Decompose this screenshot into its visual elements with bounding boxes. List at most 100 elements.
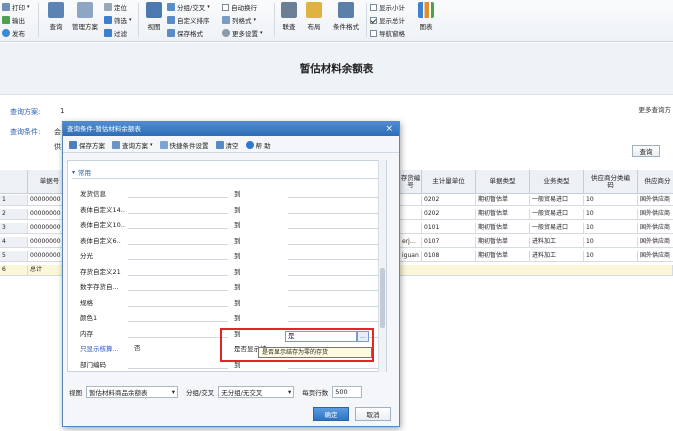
save-format-button[interactable]: 保存格式 (167, 28, 203, 38)
publish-button[interactable]: 发布 (2, 28, 25, 38)
condition-from-input[interactable] (128, 243, 228, 245)
show-total-toggle[interactable]: 显示总计 (370, 15, 405, 25)
dropdown-icon: ▾ (287, 388, 292, 396)
invno-cell (400, 195, 422, 206)
show-zero-input[interactable]: 是 (285, 331, 357, 342)
column-header-biz-type[interactable]: 业务类型 (530, 170, 584, 194)
more-settings-button[interactable]: 更多设置 ▾ (222, 28, 263, 38)
condition-to-input[interactable] (288, 305, 383, 307)
condition-from-input[interactable] (128, 367, 228, 369)
condition-from-input[interactable] (128, 305, 228, 307)
condition-from-input[interactable] (128, 259, 228, 260)
invno-cell: erj… (400, 237, 422, 248)
filter-icon (104, 16, 112, 24)
more-query-link[interactable]: 更多查询方 (639, 104, 672, 114)
auto-wrap-checkbox[interactable] (222, 3, 229, 11)
help-button[interactable]: 帮 助 (245, 140, 271, 150)
save-format-icon (167, 29, 175, 37)
nav-window-checkbox[interactable] (370, 29, 377, 37)
sort-icon (167, 16, 175, 24)
biz-type-cell: 一般贸易进口 (530, 195, 584, 206)
condition-from-input[interactable] (128, 197, 228, 198)
show-subtotal-toggle[interactable]: 显示小计 (370, 2, 405, 12)
supplier-cat-cell: 10 (584, 195, 638, 206)
plan-icon (77, 2, 93, 18)
custom-sort-button[interactable]: 自定义排序 (167, 15, 210, 25)
condition-to-input[interactable] (288, 367, 383, 369)
column-header-doc-type[interactable]: 单据类型 (476, 170, 530, 194)
layout-button[interactable]: 布局 (302, 2, 326, 38)
condition-value[interactable]: 否 (134, 342, 141, 352)
scrollbar-thumb[interactable] (380, 268, 385, 328)
column-header-invno[interactable]: 存货编号 (400, 170, 422, 194)
condition-from-input[interactable] (128, 290, 228, 291)
quick-condition-button[interactable]: 快捷条件设置 (159, 140, 209, 150)
chevron-down-icon: ▾ (72, 168, 76, 176)
manage-plan-button[interactable]: 管理方案 (70, 2, 100, 38)
rows-per-page-input[interactable]: 500 (332, 386, 363, 398)
supplier-cat-cell: 10 (584, 209, 638, 220)
condition-from-input[interactable] (128, 212, 228, 214)
column-header-supplier-cat[interactable]: 供应商分类编码 (584, 170, 638, 194)
condition-to-input[interactable] (288, 228, 383, 229)
printer-icon (2, 3, 10, 11)
cond-format-icon (338, 2, 354, 18)
condition-to-input[interactable] (288, 274, 383, 276)
view-select[interactable]: 暂估材料商品余额表 ▾ (86, 386, 178, 398)
help-icon (245, 140, 254, 149)
filter-button[interactable]: 筛选 ▾ (104, 15, 132, 25)
condition-to-input[interactable] (288, 243, 383, 245)
supplier-cat2-cell: 国外供应商 (638, 223, 673, 234)
view-button[interactable]: 视图 (142, 2, 166, 38)
print-button[interactable]: 打印 ▾ (2, 2, 30, 12)
column-header-supplier-cat2[interactable]: 供应商分 (638, 170, 673, 194)
to-label: 到 (234, 221, 241, 229)
locate-button[interactable]: 定位 (104, 2, 127, 12)
filter2-button[interactable]: 过滤 (104, 28, 127, 38)
query-button[interactable]: 查询 (44, 2, 68, 38)
dialog-bottom-bar: 视图 暂估材料商品余额表 ▾ 分组/交叉 无分组/无交叉 ▾ 每页行数 500 (69, 384, 395, 400)
cond-format-button[interactable]: 条件格式 (331, 2, 361, 38)
condition-to-input[interactable] (288, 197, 383, 198)
group-select[interactable]: 无分组/无交叉 ▾ (218, 386, 295, 398)
nav-window-toggle[interactable]: 导航窗格 (370, 28, 405, 38)
condition-field-1: 会 (54, 128, 61, 136)
ok-button[interactable]: 确定 (313, 407, 349, 421)
save-plan-button[interactable]: 保存方案 (69, 140, 105, 150)
condition-to-input[interactable] (288, 290, 383, 291)
ribbon-divider (366, 3, 367, 37)
condition-from-input[interactable] (128, 228, 228, 229)
ribbon-toolbar: 打印 ▾ 输出 发布 查询 管理方案 定位 筛选 ▾ 过滤 视图 分组/交叉 ▾… (0, 0, 673, 42)
link-query-button[interactable]: 联查 (277, 2, 301, 38)
supplier-cat2-cell: 国外供应商 (638, 237, 673, 248)
dropdown-icon: ▾ (171, 388, 175, 396)
supplier-cat2-cell: 国外供应商 (638, 195, 673, 206)
search-button[interactable]: 查询 (632, 145, 660, 157)
condition-to-input[interactable] (288, 212, 383, 214)
clear-button[interactable]: 清空 (215, 140, 239, 150)
condition-from-input[interactable] (128, 336, 228, 338)
query-plan-button[interactable]: 查询方案 ▾ (112, 140, 153, 150)
plan-value[interactable]: 1 (60, 107, 64, 115)
condition-from-input[interactable] (128, 274, 228, 276)
show-total-checkbox[interactable] (370, 16, 377, 24)
column-format-button[interactable]: 列格式 ▾ (222, 15, 256, 25)
export-button[interactable]: 输出 (2, 15, 25, 25)
auto-wrap-toggle[interactable]: 自动换行 (222, 2, 257, 12)
condition-from-input[interactable] (128, 321, 228, 322)
group-cross-button[interactable]: 分组/交叉 ▾ (167, 2, 210, 12)
section-header[interactable]: ▾ 常用 (72, 167, 91, 178)
condition-to-input[interactable] (288, 259, 383, 260)
lookup-icon[interactable]: … (357, 331, 369, 342)
dialog-scrollbar[interactable] (378, 160, 386, 372)
cancel-button[interactable]: 取消 (355, 407, 391, 421)
export-icon (2, 16, 10, 24)
show-subtotal-checkbox[interactable] (370, 3, 377, 11)
chart-button[interactable]: 图表 (414, 2, 438, 38)
close-icon[interactable]: × (385, 123, 393, 135)
column-header-unit[interactable]: 主计量单位 (422, 170, 476, 194)
total-fill (400, 265, 673, 276)
plan-label: 查询方案: (10, 108, 41, 116)
condition-label: 表体自定义6.. (80, 236, 121, 245)
condition-to-input[interactable] (288, 321, 383, 322)
